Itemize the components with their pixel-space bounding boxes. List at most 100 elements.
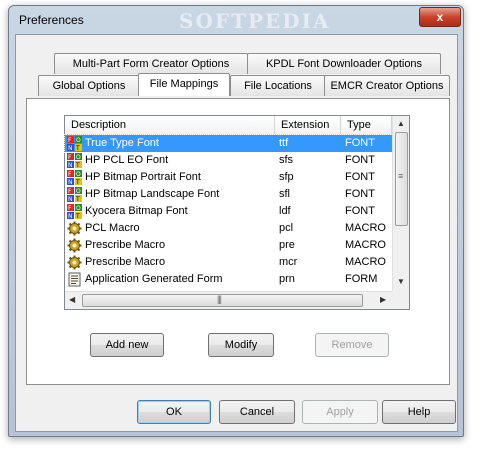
- apply-button[interactable]: Apply: [302, 400, 378, 424]
- scroll-down-icon[interactable]: ▼: [397, 277, 405, 286]
- column-header-extension[interactable]: Extension: [275, 116, 341, 135]
- svg-text:N: N: [68, 145, 73, 151]
- tab-label: Global Options: [52, 80, 126, 92]
- svg-text:O: O: [76, 154, 81, 161]
- gear-icon: [67, 221, 82, 236]
- scroll-left-icon[interactable]: ◀: [69, 295, 75, 304]
- tab-file-mappings[interactable]: File Mappings: [138, 73, 230, 96]
- list-item[interactable]: F O N T HP Bitmap Landscape Font sfl FONT: [65, 186, 392, 203]
- row-extension: mcr: [279, 256, 298, 268]
- horizontal-scroll-thumb[interactable]: |||: [82, 294, 363, 307]
- preferences-window: Preferences SOFTPEDIA x Multi-Part Form …: [8, 5, 464, 437]
- scroll-up-icon[interactable]: ▲: [397, 119, 405, 128]
- svg-text:F: F: [68, 205, 72, 212]
- row-extension: ttf: [279, 137, 289, 149]
- vertical-scroll-thumb[interactable]: ≡: [395, 132, 408, 226]
- close-button[interactable]: x: [419, 7, 461, 27]
- svg-text:N: N: [68, 162, 73, 168]
- row-extension: pre: [279, 239, 295, 251]
- row-description: HP Bitmap Landscape Font: [85, 188, 220, 200]
- cancel-button[interactable]: Cancel: [219, 400, 295, 424]
- row-extension: prn: [279, 273, 295, 285]
- grip-icon: ≡: [398, 171, 403, 181]
- row-description: Prescribe Macro: [85, 239, 166, 251]
- list-item[interactable]: F O N T HP Bitmap Portrait Font sfp FONT: [65, 169, 392, 186]
- row-type: FONT: [345, 188, 375, 200]
- svg-text:N: N: [68, 213, 73, 219]
- grip-icon: |||: [217, 294, 222, 304]
- column-header-description[interactable]: Description: [65, 116, 275, 135]
- gear-icon: [67, 238, 82, 253]
- close-icon: x: [436, 10, 444, 24]
- tab-multi-part-form-creator-options[interactable]: Multi-Part Form Creator Options: [54, 53, 248, 74]
- svg-text:F: F: [68, 171, 72, 178]
- row-type: FONT: [345, 171, 375, 183]
- gear-icon: [67, 255, 82, 270]
- tab-label: File Locations: [244, 80, 312, 92]
- list-item[interactable]: F O N T Kyocera Bitmap Font ldf FONT: [65, 203, 392, 220]
- row-description: Application Generated Form: [85, 273, 223, 285]
- list-item[interactable]: Prescribe Macro pre MACRO: [65, 237, 392, 254]
- tab-label: Multi-Part Form Creator Options: [72, 58, 230, 70]
- svg-text:O: O: [76, 205, 81, 212]
- row-extension: sfp: [279, 171, 294, 183]
- horizontal-scrollbar[interactable]: ◀ ||| ▶: [65, 291, 392, 309]
- tab-label: KPDL Font Downloader Options: [265, 58, 423, 70]
- svg-text:O: O: [76, 137, 81, 144]
- file-mappings-list[interactable]: Description Extension Type F O N T True Type…: [64, 115, 410, 310]
- svg-text:T: T: [75, 213, 80, 219]
- column-header-type[interactable]: Type: [341, 116, 392, 135]
- row-extension: ldf: [279, 205, 291, 217]
- svg-text:O: O: [76, 171, 81, 178]
- row-type: FORM: [345, 273, 378, 285]
- row-description: PCL Macro: [85, 222, 140, 234]
- row-type: FONT: [345, 137, 375, 149]
- font-icon: FONT: [67, 153, 82, 169]
- watermark: SOFTPEDIA: [179, 9, 331, 33]
- svg-text:F: F: [68, 154, 72, 161]
- svg-text:T: T: [75, 179, 80, 185]
- form-icon: [67, 272, 82, 287]
- font-icon: FONT: [67, 170, 82, 186]
- font-icon: FONT: [67, 204, 82, 220]
- list-item[interactable]: Application Generated Form prn FORM: [65, 271, 392, 288]
- list-item[interactable]: F O N T True Type Font ttf FONT: [64, 134, 393, 153]
- add-new-button[interactable]: Add new: [90, 333, 164, 357]
- svg-text:T: T: [75, 196, 80, 202]
- svg-text:N: N: [68, 196, 73, 202]
- row-type: MACRO: [345, 239, 386, 251]
- row-extension: sfs: [279, 154, 294, 166]
- font-icon: FONT: [67, 187, 82, 203]
- tab-kpdl-font-downloader-options[interactable]: KPDL Font Downloader Options: [247, 53, 441, 74]
- row-description: HP Bitmap Portrait Font: [85, 171, 201, 183]
- list-item[interactable]: PCL Macro pcl MACRO: [65, 220, 392, 237]
- row-description: Kyocera Bitmap Font: [85, 205, 188, 217]
- title-bar[interactable]: Preferences SOFTPEDIA x: [9, 6, 463, 34]
- scroll-right-icon[interactable]: ▶: [380, 295, 386, 304]
- tab-file-locations[interactable]: File Locations: [230, 75, 326, 96]
- row-type: MACRO: [345, 222, 386, 234]
- row-type: FONT: [345, 205, 375, 217]
- row-type: FONT: [345, 154, 375, 166]
- svg-text:F: F: [68, 137, 72, 144]
- row-extension: pcl: [279, 222, 294, 234]
- ok-button[interactable]: OK: [137, 400, 211, 424]
- list-item[interactable]: F O N T HP PCL EO Font sfs FONT: [65, 152, 392, 169]
- tab-global-options[interactable]: Global Options: [38, 75, 140, 96]
- svg-text:T: T: [75, 145, 80, 151]
- dialog-body: Multi-Part Form Creator Options KPDL Fon…: [15, 34, 458, 432]
- row-description: True Type Font: [85, 137, 159, 149]
- remove-button[interactable]: Remove: [315, 333, 389, 357]
- modify-button[interactable]: Modify: [208, 333, 274, 357]
- font-icon: FONT: [67, 136, 82, 152]
- row-description: Prescribe Macro: [85, 256, 166, 268]
- vertical-scrollbar[interactable]: ▲ ≡ ▼: [392, 116, 409, 291]
- row-type: MACRO: [345, 256, 386, 268]
- list-item[interactable]: Prescribe Macro mcr MACRO: [65, 254, 392, 271]
- tab-emcr-creator-options[interactable]: EMCR Creator Options: [324, 75, 450, 96]
- scrollbar-corner: [392, 291, 409, 309]
- row-extension: sfl: [279, 188, 290, 200]
- help-button[interactable]: Help: [382, 400, 456, 424]
- tab-label: File Mappings: [149, 78, 219, 90]
- svg-text:T: T: [75, 162, 80, 168]
